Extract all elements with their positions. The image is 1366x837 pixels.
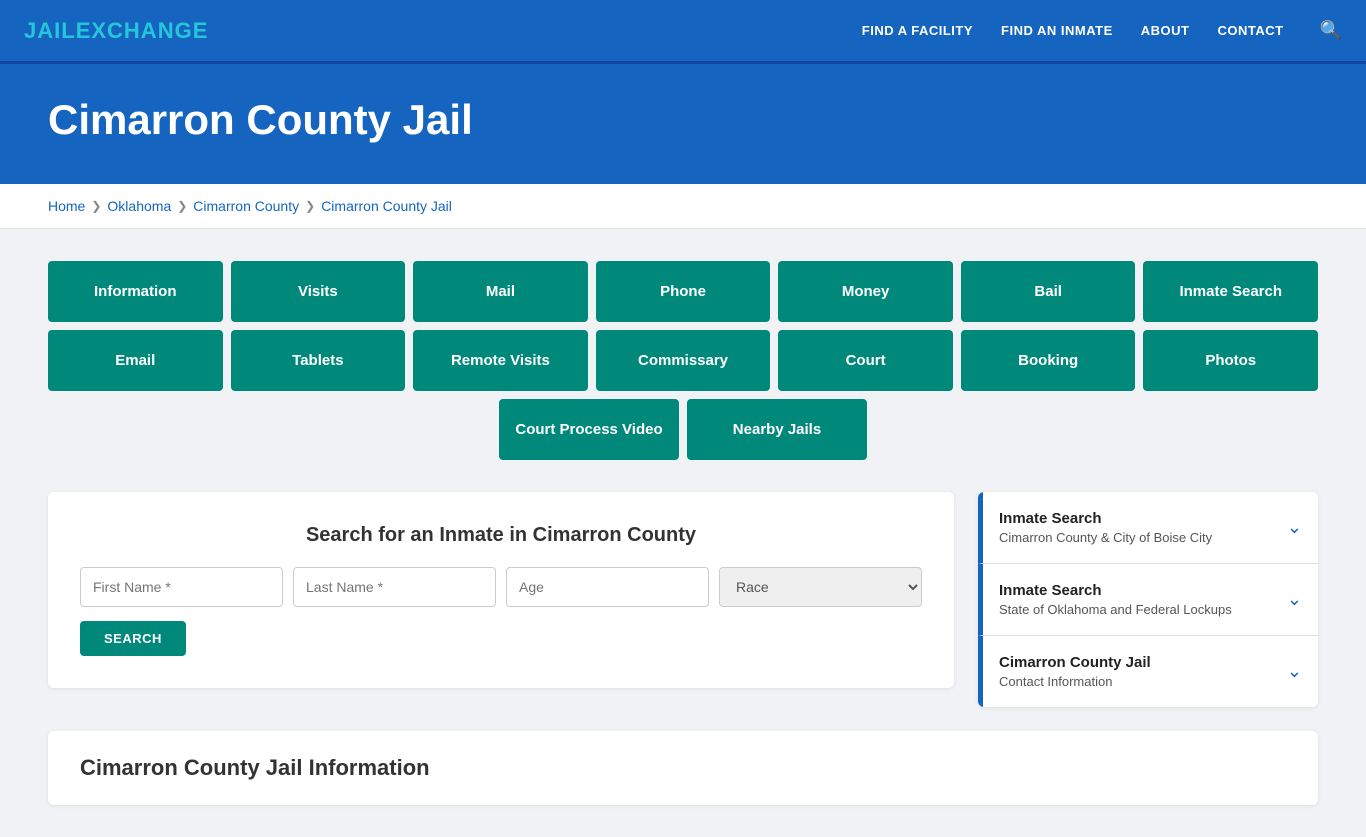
lower-section: Search for an Inmate in Cimarron County …	[48, 492, 1318, 707]
main-content: Information Visits Mail Phone Money Bail…	[0, 229, 1366, 837]
btn-commissary[interactable]: Commissary	[596, 330, 771, 391]
button-row-3: Court Process Video Nearby Jails	[48, 399, 1318, 460]
logo-part2-accent: EXCHANGE	[76, 18, 209, 43]
sidebar-card-cimarron[interactable]: Inmate Search Cimarron County & City of …	[978, 492, 1318, 564]
last-name-input[interactable]	[293, 567, 496, 607]
sidebar-card-oklahoma[interactable]: Inmate Search State of Oklahoma and Fede…	[978, 564, 1318, 636]
btn-mail[interactable]: Mail	[413, 261, 588, 322]
nav-contact[interactable]: CONTACT	[1217, 23, 1283, 38]
sidebar-cards: Inmate Search Cimarron County & City of …	[978, 492, 1318, 707]
sidebar-card-contact-sub: Contact Information	[999, 674, 1151, 689]
sidebar-card-cimarron-title: Inmate Search	[999, 510, 1212, 527]
navigation: JAILEXCHANGE FIND A FACILITY FIND AN INM…	[0, 0, 1366, 64]
sidebar-card-oklahoma-title: Inmate Search	[999, 582, 1232, 599]
btn-visits[interactable]: Visits	[231, 261, 406, 322]
search-button[interactable]: SEARCH	[80, 621, 186, 656]
sidebar-card-contact-title: Cimarron County Jail	[999, 654, 1151, 671]
breadcrumb-sep-1: ❯	[91, 199, 101, 213]
btn-court-process-video[interactable]: Court Process Video	[499, 399, 679, 460]
logo-part1: JAIL	[24, 18, 76, 43]
btn-money[interactable]: Money	[778, 261, 953, 322]
sidebar-card-cimarron-sub: Cimarron County & City of Boise City	[999, 530, 1212, 545]
breadcrumb-oklahoma[interactable]: Oklahoma	[107, 198, 171, 214]
site-logo[interactable]: JAILEXCHANGE	[24, 18, 862, 44]
nav-about[interactable]: ABOUT	[1141, 23, 1190, 38]
btn-email[interactable]: Email	[48, 330, 223, 391]
inmate-search-card: Search for an Inmate in Cimarron County …	[48, 492, 954, 688]
first-name-input[interactable]	[80, 567, 283, 607]
nav-find-facility[interactable]: FIND A FACILITY	[862, 23, 973, 38]
breadcrumb-cimarron-jail[interactable]: Cimarron County Jail	[321, 198, 452, 214]
button-row-2: Email Tablets Remote Visits Commissary C…	[48, 330, 1318, 391]
nav-button-grid: Information Visits Mail Phone Money Bail…	[48, 261, 1318, 460]
btn-nearby-jails[interactable]: Nearby Jails	[687, 399, 867, 460]
chevron-down-icon-2: ⌄	[1287, 589, 1302, 610]
btn-tablets[interactable]: Tablets	[231, 330, 406, 391]
search-icon[interactable]: 🔍	[1320, 20, 1342, 41]
button-row-1: Information Visits Mail Phone Money Bail…	[48, 261, 1318, 322]
btn-phone[interactable]: Phone	[596, 261, 771, 322]
btn-bail[interactable]: Bail	[961, 261, 1136, 322]
age-input[interactable]	[506, 567, 709, 607]
btn-remote-visits[interactable]: Remote Visits	[413, 330, 588, 391]
jail-info-title: Cimarron County Jail Information	[80, 755, 1286, 781]
btn-booking[interactable]: Booking	[961, 330, 1136, 391]
btn-court[interactable]: Court	[778, 330, 953, 391]
breadcrumb-bar: Home ❯ Oklahoma ❯ Cimarron County ❯ Cima…	[0, 184, 1366, 229]
btn-inmate-search[interactable]: Inmate Search	[1143, 261, 1318, 322]
race-select[interactable]: Race White Black Hispanic Asian Other	[719, 567, 922, 607]
page-title: Cimarron County Jail	[48, 96, 1318, 144]
btn-photos[interactable]: Photos	[1143, 330, 1318, 391]
nav-find-inmate[interactable]: FIND AN INMATE	[1001, 23, 1113, 38]
search-title: Search for an Inmate in Cimarron County	[80, 524, 922, 547]
breadcrumb-home[interactable]: Home	[48, 198, 85, 214]
hero-section: Cimarron County Jail	[0, 64, 1366, 184]
sidebar-card-oklahoma-sub: State of Oklahoma and Federal Lockups	[999, 602, 1232, 617]
breadcrumb-sep-3: ❯	[305, 199, 315, 213]
nav-links: FIND A FACILITY FIND AN INMATE ABOUT CON…	[862, 20, 1342, 41]
search-fields: Race White Black Hispanic Asian Other	[80, 567, 922, 607]
breadcrumb-sep-2: ❯	[177, 199, 187, 213]
btn-information[interactable]: Information	[48, 261, 223, 322]
jail-info-section: Cimarron County Jail Information	[48, 731, 1318, 805]
breadcrumb-cimarron-county[interactable]: Cimarron County	[193, 198, 299, 214]
breadcrumb: Home ❯ Oklahoma ❯ Cimarron County ❯ Cima…	[48, 198, 1318, 214]
chevron-down-icon-3: ⌄	[1287, 661, 1302, 682]
sidebar-card-contact[interactable]: Cimarron County Jail Contact Information…	[978, 636, 1318, 707]
chevron-down-icon: ⌄	[1287, 517, 1302, 538]
